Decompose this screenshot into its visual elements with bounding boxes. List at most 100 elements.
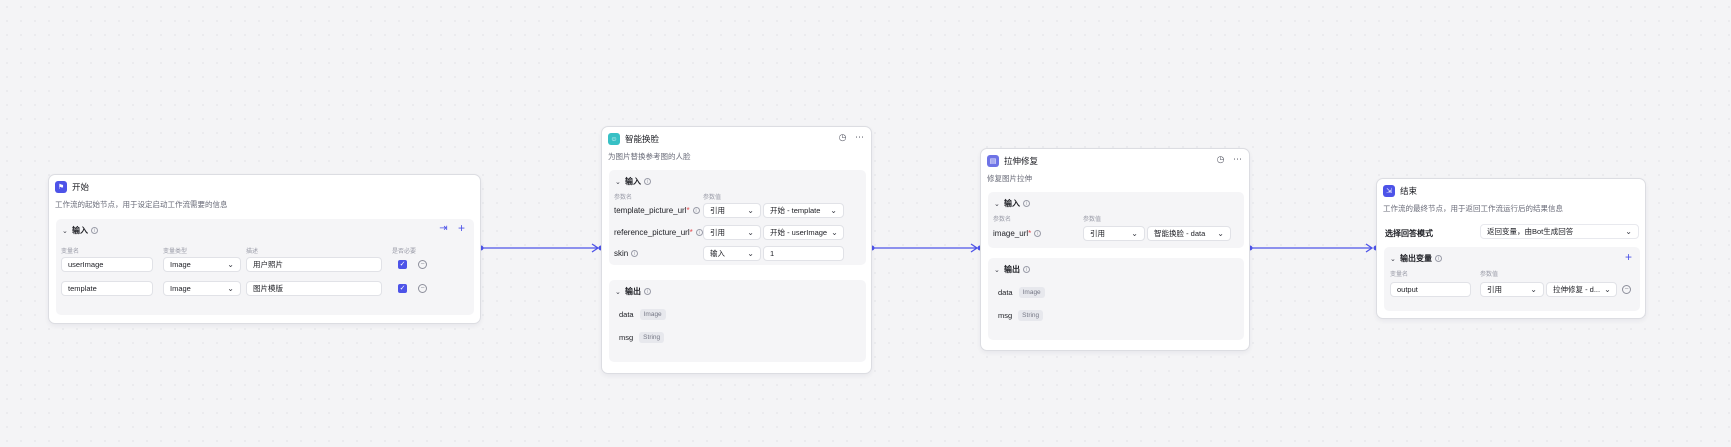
remove-row-icon[interactable]: − bbox=[418, 284, 427, 293]
add-output-button[interactable]: + bbox=[1623, 251, 1634, 263]
reference-value-select[interactable]: 开始 - template ⌄ bbox=[763, 203, 844, 218]
info-icon[interactable]: i bbox=[644, 288, 651, 295]
end-node[interactable]: ⇲ 结束 工作流的最终节点，用于返回工作流运行后的结果信息 选择回答模式 返回变… bbox=[1376, 178, 1646, 319]
output-variable-name-input[interactable]: output bbox=[1390, 282, 1471, 297]
chevron-down-icon: ⌄ bbox=[831, 228, 838, 237]
info-icon[interactable]: i bbox=[91, 227, 98, 234]
faceswap-output-toggle[interactable]: ⌄ 输出 i bbox=[615, 286, 651, 297]
variable-name-input[interactable]: template bbox=[61, 281, 153, 296]
more-icon[interactable]: ⋯ bbox=[1233, 155, 1242, 164]
variable-description-input[interactable]: 图片模版 bbox=[246, 281, 382, 296]
stretch-output-section: ⌄ 输出 i data Image msg String bbox=[988, 258, 1244, 340]
import-icon[interactable]: ⇥ bbox=[438, 223, 449, 234]
value-mode-select[interactable]: 引用 ⌄ bbox=[1480, 282, 1544, 297]
param-name-text: template_picture_url bbox=[614, 206, 687, 215]
variable-type-select[interactable]: Image ⌄ bbox=[163, 281, 241, 296]
info-icon[interactable]: i bbox=[692, 207, 700, 214]
reference-value-select[interactable]: 拉伸修复 - d... ⌄ bbox=[1546, 282, 1617, 297]
stretch-output-toggle[interactable]: ⌄ 输出 i bbox=[994, 264, 1030, 275]
required-mark: * bbox=[689, 228, 693, 237]
end-output-toggle[interactable]: ⌄ 输出变量 i bbox=[1390, 253, 1442, 264]
column-label-name: 变量名 bbox=[1390, 272, 1409, 278]
variable-description-input[interactable]: 用户照片 bbox=[246, 257, 382, 272]
info-icon[interactable]: i bbox=[1034, 230, 1042, 237]
chevron-down-icon: ⌄ bbox=[1604, 285, 1611, 294]
value-mode-select[interactable]: 输入 ⌄ bbox=[703, 246, 761, 261]
skin-value-input[interactable]: 1 bbox=[763, 246, 844, 261]
add-variable-button[interactable]: + bbox=[456, 222, 467, 234]
chevron-down-icon: ⌄ bbox=[994, 200, 1000, 208]
output-field: msg String bbox=[998, 310, 1044, 321]
reference-value-select[interactable]: 开始 - userImage ⌄ bbox=[763, 225, 844, 240]
output-type-badge: Image bbox=[639, 309, 666, 320]
faceswap-input-toggle[interactable]: ⌄ 输入 i bbox=[615, 176, 651, 187]
remove-row-icon[interactable]: − bbox=[1622, 285, 1631, 294]
chevron-down-icon: ⌄ bbox=[1390, 255, 1396, 263]
info-icon[interactable]: i bbox=[1023, 266, 1030, 273]
faceswap-output-title: 输出 bbox=[625, 287, 641, 296]
chevron-down-icon: ⌄ bbox=[1131, 229, 1138, 238]
edge-stretch-end[interactable] bbox=[1247, 243, 1379, 253]
end-output-section: ⌄ 输出变量 i + 变量名 参数值 output 引用 ⌄ 拉伸修复 - d.… bbox=[1384, 247, 1640, 311]
output-field-name: msg bbox=[619, 333, 634, 342]
stretch-input-toggle[interactable]: ⌄ 输入 i bbox=[994, 198, 1030, 209]
start-node-description: 工作流的起始节点，用于设定启动工作流需要的信息 bbox=[55, 200, 228, 209]
stretch-input-section: ⌄ 输入 i 参数名 参数值 image_url * i 引用 ⌄ 智能换脸 - d… bbox=[988, 192, 1244, 248]
output-type-badge: String bbox=[639, 332, 665, 343]
reference-value-text: 拉伸修复 - d... bbox=[1553, 285, 1601, 294]
workflow-canvas[interactable]: ⚑ 开始 工作流的起始节点，用于设定启动工作流需要的信息 ⌄ 输入 i ⇥ + … bbox=[0, 0, 1731, 447]
stretch-icon: ▤ bbox=[987, 155, 999, 167]
param-name: reference_picture_url * i bbox=[614, 225, 703, 240]
end-node-description: 工作流的最终节点，用于返回工作流运行后的结果信息 bbox=[1383, 204, 1563, 213]
chevron-down-icon: ⌄ bbox=[227, 260, 234, 269]
reference-value-select[interactable]: 智能换脸 - data ⌄ bbox=[1147, 226, 1231, 241]
faceswap-node-title: 智能换脸 bbox=[625, 134, 660, 144]
info-icon[interactable]: i bbox=[695, 229, 703, 236]
start-node[interactable]: ⚑ 开始 工作流的起始节点，用于设定启动工作流需要的信息 ⌄ 输入 i ⇥ + … bbox=[48, 174, 481, 324]
more-icon[interactable]: ⋯ bbox=[855, 133, 864, 142]
param-name-text: skin bbox=[614, 249, 629, 258]
faceswap-node-description: 为图片替换参考图的人脸 bbox=[608, 152, 691, 161]
output-type-badge: Image bbox=[1018, 287, 1045, 298]
edge-faceswap-stretch[interactable] bbox=[869, 243, 983, 253]
faceswap-node[interactable]: ☺ 智能换脸 ◷ ⋯ 为图片替换参考图的人脸 ⌄ 输入 i 参数名 参数值 te… bbox=[601, 126, 872, 374]
column-label-description: 描述 bbox=[246, 249, 259, 255]
info-icon[interactable]: i bbox=[1435, 255, 1442, 262]
remove-row-icon[interactable]: − bbox=[418, 260, 427, 269]
info-icon[interactable]: i bbox=[631, 250, 639, 257]
stretch-node-description: 修复图片拉伸 bbox=[987, 174, 1032, 183]
start-input-toggle[interactable]: ⌄ 输入 i bbox=[62, 225, 98, 236]
info-icon[interactable]: i bbox=[1023, 200, 1030, 207]
value-mode-select[interactable]: 引用 ⌄ bbox=[703, 225, 761, 240]
column-label-type: 变量类型 bbox=[163, 249, 188, 255]
reference-value-text: 开始 - userImage bbox=[770, 228, 828, 237]
stretch-node[interactable]: ▤ 拉伸修复 ◷ ⋯ 修复图片拉伸 ⌄ 输入 i 参数名 参数值 image_u… bbox=[980, 148, 1250, 351]
answer-mode-select[interactable]: 返回变量，由Bot生成回答 ⌄ bbox=[1480, 224, 1639, 239]
value-mode-select[interactable]: 引用 ⌄ bbox=[1083, 226, 1145, 241]
chevron-down-icon: ⌄ bbox=[615, 288, 621, 296]
edge-start-faceswap[interactable] bbox=[478, 243, 604, 253]
param-name-text: image_url bbox=[993, 229, 1029, 238]
chevron-down-icon: ⌄ bbox=[747, 228, 754, 237]
run-icon[interactable]: ◷ bbox=[1216, 155, 1225, 164]
end-node-title: 结束 bbox=[1400, 186, 1418, 196]
value-mode-select[interactable]: 引用 ⌄ bbox=[703, 203, 761, 218]
variable-name-input[interactable]: userImage bbox=[61, 257, 153, 272]
value-mode-text: 引用 bbox=[710, 206, 725, 215]
param-name: skin i bbox=[614, 246, 639, 261]
reference-value-text: 开始 - template bbox=[770, 206, 821, 215]
run-icon[interactable]: ◷ bbox=[838, 133, 847, 142]
stretch-output-title: 输出 bbox=[1004, 265, 1020, 274]
chevron-down-icon: ⌄ bbox=[747, 249, 754, 258]
variable-type-value: Image bbox=[170, 260, 191, 269]
output-field: msg String bbox=[619, 332, 665, 343]
required-checkbox[interactable]: ✓ bbox=[398, 260, 407, 269]
column-label-name: 变量名 bbox=[61, 249, 80, 255]
variable-type-select[interactable]: Image ⌄ bbox=[163, 257, 241, 272]
start-input-section: ⌄ 输入 i ⇥ + 变量名 变量类型 描述 是否必要 userImage Im… bbox=[56, 219, 474, 315]
info-icon[interactable]: i bbox=[644, 178, 651, 185]
chevron-down-icon: ⌄ bbox=[747, 206, 754, 215]
column-label-param: 参数名 bbox=[614, 195, 633, 201]
start-input-title: 输入 bbox=[72, 226, 88, 235]
required-checkbox[interactable]: ✓ bbox=[398, 284, 407, 293]
